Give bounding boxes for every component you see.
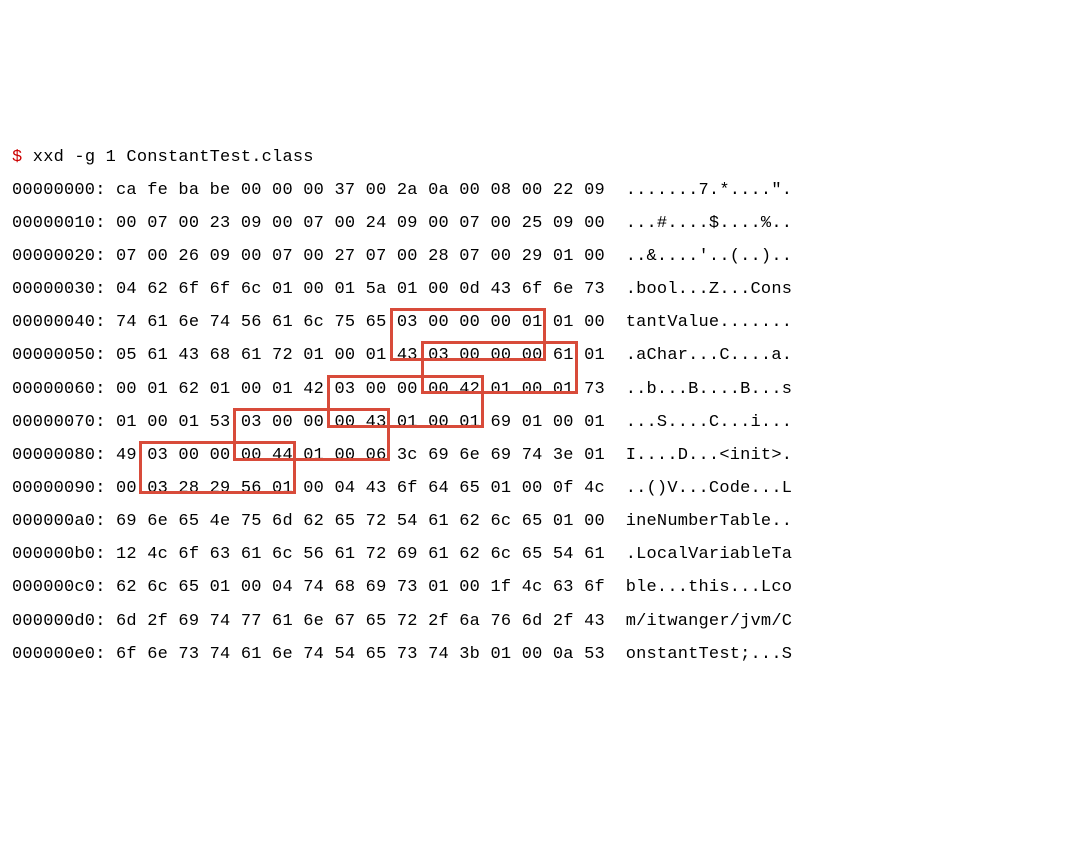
offset: 000000b0: — [12, 545, 106, 564]
hex-bytes: 07 00 26 09 00 07 00 27 07 00 28 07 00 2… — [106, 247, 605, 266]
hex-bytes: 00 03 28 29 56 01 00 04 43 6f 64 65 01 0… — [106, 479, 605, 498]
hex-bytes: 12 4c 6f 63 61 6c 56 61 72 69 61 62 6c 6… — [106, 545, 605, 564]
offset: 00000010: — [12, 214, 106, 233]
offset: 00000060: — [12, 380, 106, 399]
offset: 000000c0: — [12, 578, 106, 597]
offset: 00000090: — [12, 479, 106, 498]
hex-bytes: ca fe ba be 00 00 00 37 00 2a 0a 00 08 0… — [106, 181, 605, 200]
ascii: ..&....'..(..).. — [605, 247, 792, 266]
offset: 000000a0: — [12, 512, 106, 531]
hex-bytes: 01 00 01 53 03 00 00 00 43 01 00 01 69 0… — [106, 413, 605, 432]
hex-row: 00000090: 00 03 28 29 56 01 00 04 43 6f … — [12, 472, 1068, 505]
hex-row: 00000040: 74 61 6e 74 56 61 6c 75 65 03 … — [12, 306, 1068, 339]
hex-row: 00000030: 04 62 6f 6f 6c 01 00 01 5a 01 … — [12, 273, 1068, 306]
hex-row: 00000010: 00 07 00 23 09 00 07 00 24 09 … — [12, 207, 1068, 240]
ascii: ...#....$....%.. — [605, 214, 792, 233]
command-text: xxd -g 1 ConstantTest.class — [22, 148, 313, 167]
ascii: .......7.*....". — [605, 181, 792, 200]
offset: 00000080: — [12, 446, 106, 465]
hex-row: 00000060: 00 01 62 01 00 01 42 03 00 00 … — [12, 373, 1068, 406]
hex-bytes: 04 62 6f 6f 6c 01 00 01 5a 01 00 0d 43 6… — [106, 280, 605, 299]
offset: 00000030: — [12, 280, 106, 299]
hex-bytes: 62 6c 65 01 00 04 74 68 69 73 01 00 1f 4… — [106, 578, 605, 597]
offset: 000000e0: — [12, 645, 106, 664]
ascii: .aChar...C....a. — [605, 346, 792, 365]
hex-row: 00000050: 05 61 43 68 61 72 01 00 01 43 … — [12, 339, 1068, 372]
hex-row: 000000e0: 6f 6e 73 74 61 6e 74 54 65 73 … — [12, 638, 1068, 671]
hex-row: 000000a0: 69 6e 65 4e 75 6d 62 65 72 54 … — [12, 505, 1068, 538]
command-line: $ xxd -g 1 ConstantTest.class — [12, 141, 1068, 174]
ascii: m/itwanger/jvm/C — [605, 612, 792, 631]
offset: 00000050: — [12, 346, 106, 365]
hex-bytes: 74 61 6e 74 56 61 6c 75 65 03 00 00 00 0… — [106, 313, 605, 332]
ascii: ...S....C...i... — [605, 413, 792, 432]
ascii: ineNumberTable.. — [605, 512, 792, 531]
hex-row: 00000080: 49 03 00 00 00 44 01 00 06 3c … — [12, 439, 1068, 472]
hex-row: 000000c0: 62 6c 65 01 00 04 74 68 69 73 … — [12, 571, 1068, 604]
hex-row: 000000b0: 12 4c 6f 63 61 6c 56 61 72 69 … — [12, 538, 1068, 571]
offset: 00000000: — [12, 181, 106, 200]
hex-bytes: 00 07 00 23 09 00 07 00 24 09 00 07 00 2… — [106, 214, 605, 233]
ascii: ..b...B....B...s — [605, 380, 792, 399]
ascii: .LocalVariableTa — [605, 545, 792, 564]
hex-bytes: 6d 2f 69 74 77 61 6e 67 65 72 2f 6a 76 6… — [106, 612, 605, 631]
ascii: .bool...Z...Cons — [605, 280, 792, 299]
hex-row: 00000020: 07 00 26 09 00 07 00 27 07 00 … — [12, 240, 1068, 273]
hex-bytes: 49 03 00 00 00 44 01 00 06 3c 69 6e 69 7… — [106, 446, 605, 465]
offset: 00000020: — [12, 247, 106, 266]
hex-bytes: 05 61 43 68 61 72 01 00 01 43 03 00 00 0… — [106, 346, 605, 365]
ascii: I....D...<init>. — [605, 446, 792, 465]
hex-row: 00000070: 01 00 01 53 03 00 00 00 43 01 … — [12, 406, 1068, 439]
offset: 00000040: — [12, 313, 106, 332]
offset: 000000d0: — [12, 612, 106, 631]
ascii: ble...this...Lco — [605, 578, 792, 597]
hex-bytes: 00 01 62 01 00 01 42 03 00 00 00 42 01 0… — [106, 380, 605, 399]
ascii: ..()V...Code...L — [605, 479, 792, 498]
hex-bytes: 69 6e 65 4e 75 6d 62 65 72 54 61 62 6c 6… — [106, 512, 605, 531]
hex-bytes: 6f 6e 73 74 61 6e 74 54 65 73 74 3b 01 0… — [106, 645, 605, 664]
ascii: tantValue....... — [605, 313, 792, 332]
hex-row: 00000000: ca fe ba be 00 00 00 37 00 2a … — [12, 174, 1068, 207]
prompt-symbol: $ — [12, 148, 22, 167]
hex-row: 000000d0: 6d 2f 69 74 77 61 6e 67 65 72 … — [12, 605, 1068, 638]
offset: 00000070: — [12, 413, 106, 432]
ascii: onstantTest;...S — [605, 645, 792, 664]
